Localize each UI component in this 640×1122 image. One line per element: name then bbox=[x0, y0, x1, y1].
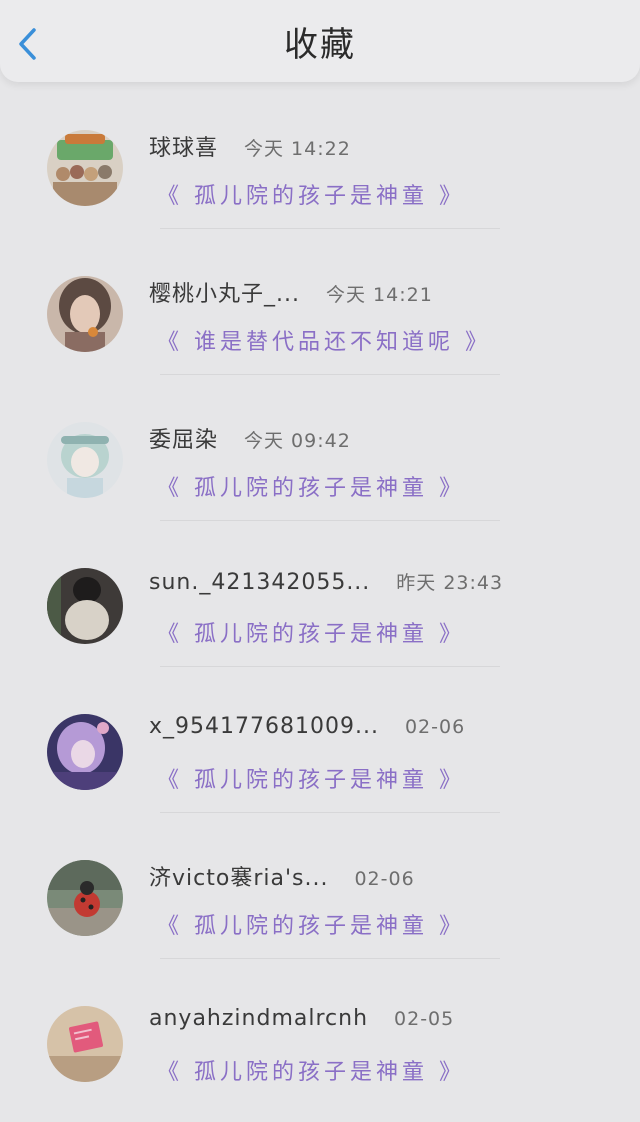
favorite-item[interactable]: anyahzindmalrcnh 02-05 《 孤儿院的孩子是神童 》 bbox=[0, 976, 640, 1122]
pink-note-avatar bbox=[47, 1006, 123, 1082]
favorite-item[interactable]: 球球喜 今天 14:22 《 孤儿院的孩子是神童 》 bbox=[0, 100, 640, 246]
timestamp: 昨天 23:43 bbox=[396, 572, 504, 594]
avatar[interactable] bbox=[47, 130, 123, 206]
favorite-item[interactable]: sun._421342055... 昨天 23:43 《 孤儿院的孩子是神童 》 bbox=[0, 538, 640, 684]
divider bbox=[160, 958, 500, 959]
username: 球球喜 bbox=[149, 136, 219, 161]
dark-photo-avatar bbox=[47, 568, 123, 644]
avatar[interactable] bbox=[47, 422, 123, 498]
avatar[interactable] bbox=[47, 1006, 123, 1082]
username: 济victo褰ria's... bbox=[149, 866, 329, 891]
timestamp: 今天 14:22 bbox=[244, 138, 351, 160]
divider bbox=[160, 520, 500, 521]
girl-portrait-avatar bbox=[47, 276, 123, 352]
divider bbox=[160, 374, 500, 375]
timestamp: 02-06 bbox=[404, 716, 466, 738]
timestamp: 今天 09:42 bbox=[244, 430, 351, 452]
group-illustration-avatar bbox=[47, 130, 123, 206]
divider bbox=[160, 666, 500, 667]
top-bar: 收藏 bbox=[0, 0, 640, 82]
favorite-item[interactable]: 济victo褰ria's... 02-06 《 孤儿院的孩子是神童 》 bbox=[0, 830, 640, 976]
book-title-link[interactable]: 《 孤儿院的孩子是神童 》 bbox=[157, 908, 465, 940]
book-title-link[interactable]: 《 孤儿院的孩子是神童 》 bbox=[157, 762, 465, 794]
timestamp: 02-05 bbox=[394, 1008, 455, 1030]
divider bbox=[160, 228, 500, 229]
book-title-link[interactable]: 《 孤儿院的孩子是神童 》 bbox=[157, 616, 465, 648]
ladybug-toy-avatar bbox=[47, 860, 123, 936]
book-title-link[interactable]: 《 孤儿院的孩子是神童 》 bbox=[157, 1054, 465, 1086]
username: sun._421342055... bbox=[149, 570, 371, 595]
username: x_954177681009... bbox=[149, 714, 379, 739]
page-title: 收藏 bbox=[284, 25, 356, 65]
anime-character-avatar bbox=[47, 714, 123, 790]
favorite-item[interactable]: 委屈染 今天 09:42 《 孤儿院的孩子是神童 》 bbox=[0, 392, 640, 538]
username: anyahzindmalrcnh bbox=[149, 1006, 369, 1031]
divider bbox=[160, 812, 500, 813]
avatar[interactable] bbox=[47, 276, 123, 352]
book-title-link[interactable]: 《 谁是替代品还不知道呢 》 bbox=[157, 324, 491, 356]
book-title-link[interactable]: 《 孤儿院的孩子是神童 》 bbox=[157, 470, 465, 502]
timestamp: 今天 14:21 bbox=[325, 284, 433, 306]
anime-girl-avatar bbox=[47, 422, 123, 498]
avatar[interactable] bbox=[47, 568, 123, 644]
favorite-item[interactable]: x_954177681009... 02-06 《 孤儿院的孩子是神童 》 bbox=[0, 684, 640, 830]
username: 委屈染 bbox=[149, 428, 219, 453]
avatar[interactable] bbox=[47, 860, 123, 936]
username: 樱桃小丸子_... bbox=[149, 282, 300, 307]
favorites-list: 球球喜 今天 14:22 《 孤儿院的孩子是神童 》 樱桃小丸子_... 今天 … bbox=[0, 100, 640, 1122]
timestamp: 02-06 bbox=[354, 868, 415, 890]
book-title-link[interactable]: 《 孤儿院的孩子是神童 》 bbox=[157, 178, 465, 210]
favorite-item[interactable]: 樱桃小丸子_... 今天 14:21 《 谁是替代品还不知道呢 》 bbox=[0, 246, 640, 392]
avatar[interactable] bbox=[47, 714, 123, 790]
